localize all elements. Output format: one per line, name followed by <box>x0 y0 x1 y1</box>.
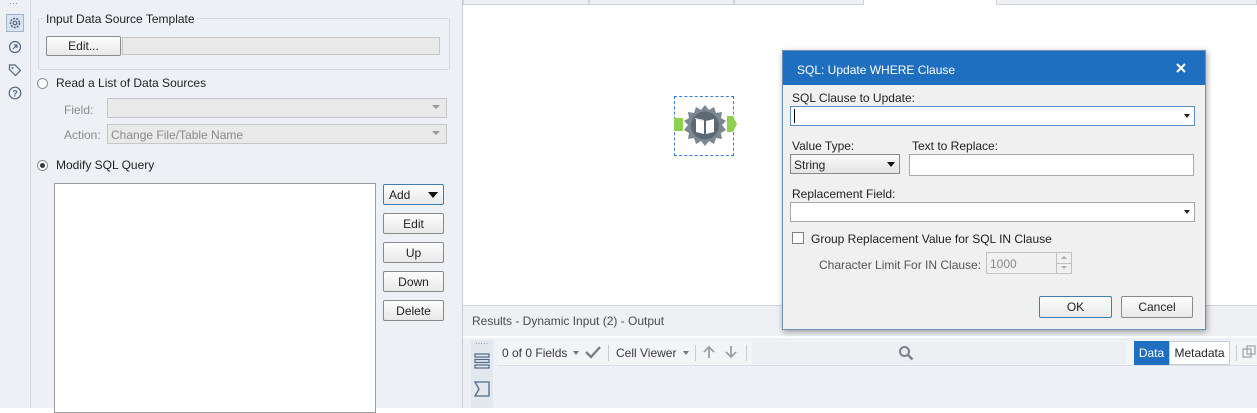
toolbar-divider <box>746 345 747 361</box>
text-to-replace-label: Text to Replace: <box>912 139 999 153</box>
up-button[interactable]: Up <box>383 242 444 263</box>
delete-button[interactable]: Delete <box>383 300 444 321</box>
action-dropdown: Change File/Table Name <box>107 124 447 144</box>
output-anchor-icon[interactable] <box>727 116 737 132</box>
field-label: Field: <box>64 103 94 117</box>
canvas-tab[interactable] <box>463 0 589 5</box>
metadata-tab[interactable]: Metadata <box>1169 341 1230 365</box>
group-in-clause-checkbox[interactable] <box>792 232 804 244</box>
arrow-down-icon[interactable] <box>723 344 739 360</box>
dialog-title: SQL: Update WHERE Clause <box>797 63 956 77</box>
chevron-down-icon[interactable] <box>573 351 579 355</box>
edit-template-button[interactable]: Edit... <box>46 36 121 56</box>
canvas-tab[interactable] <box>589 0 734 5</box>
message-view-icon[interactable] <box>473 380 491 398</box>
list-view-icon[interactable] <box>473 352 491 370</box>
toolbar-divider <box>1236 345 1237 361</box>
dynamic-input-icon <box>683 104 727 148</box>
action-dropdown-value: Change File/Table Name <box>111 128 244 142</box>
chevron-down-icon <box>432 131 440 135</box>
value-type-select[interactable]: String <box>790 154 900 174</box>
char-limit-label: Character Limit For IN Clause: <box>819 258 982 272</box>
cell-viewer-dropdown[interactable]: Cell Viewer <box>616 346 676 360</box>
chevron-down-icon <box>1184 210 1190 214</box>
sql-clause-label: SQL Clause to Update: <box>792 91 915 105</box>
text-cursor <box>794 109 795 123</box>
read-list-label: Read a List of Data Sources <box>56 76 207 90</box>
tag-icon[interactable] <box>6 61 24 79</box>
toolbar-divider <box>608 345 609 361</box>
drag-handle-icon[interactable]: ··· <box>9 0 21 8</box>
cancel-button[interactable]: Cancel <box>1121 296 1193 318</box>
chevron-down-icon[interactable] <box>683 351 689 355</box>
replacement-field-label: Replacement Field: <box>792 187 896 201</box>
action-label: Action: <box>64 128 101 142</box>
data-tab[interactable]: Data <box>1134 341 1169 365</box>
sql-clause-dropdown[interactable] <box>790 106 1195 126</box>
gear-icon[interactable] <box>6 14 24 32</box>
chevron-down-icon <box>432 105 440 109</box>
value-type-value: String <box>794 158 826 172</box>
svg-text:?: ? <box>12 89 18 99</box>
chevron-down-icon <box>1184 114 1190 118</box>
add-button-label: Add <box>389 187 411 202</box>
toolbar-divider <box>695 345 696 361</box>
help-icon[interactable]: ? <box>6 84 24 102</box>
sql-actions-list[interactable] <box>54 183 376 413</box>
group-in-clause-label: Group Replacement Value for SQL IN Claus… <box>811 232 1052 246</box>
checkmark-icon[interactable] <box>585 345 601 359</box>
annotation-icon[interactable] <box>6 38 24 56</box>
stepper-down-icon <box>1056 263 1071 273</box>
canvas-tab[interactable] <box>996 0 1257 5</box>
down-button[interactable]: Down <box>383 271 444 292</box>
template-group-title: Input Data Source Template <box>44 12 197 26</box>
read-list-radio[interactable] <box>37 78 48 89</box>
config-icon-rail: ··· ? <box>0 0 31 408</box>
input-anchor-icon[interactable] <box>674 118 683 131</box>
edit-button[interactable]: Edit <box>383 213 444 234</box>
canvas-tab[interactable] <box>734 0 864 5</box>
ok-button[interactable]: OK <box>1039 296 1112 318</box>
copy-icon[interactable] <box>1242 345 1257 360</box>
field-dropdown <box>107 98 447 118</box>
drag-handle-icon[interactable]: ····· <box>475 340 488 348</box>
dropdown-arrow-icon <box>428 192 438 198</box>
close-icon[interactable] <box>1175 62 1187 74</box>
results-search-box[interactable] <box>752 342 1126 364</box>
template-path-field <box>122 37 440 55</box>
canvas-tab-strip <box>463 0 1257 6</box>
char-limit-value: 1000 <box>990 257 1017 271</box>
arrow-up-icon[interactable] <box>701 344 717 360</box>
text-to-replace-input[interactable] <box>909 154 1194 176</box>
char-limit-stepper: 1000 <box>986 252 1072 274</box>
results-side-rail: ····· <box>471 340 493 408</box>
fields-count-dropdown[interactable]: 0 of 0 Fields <box>502 346 567 360</box>
replacement-field-dropdown[interactable] <box>790 202 1195 222</box>
update-where-clause-dialog: SQL: Update WHERE Clause SQL Clause to U… <box>782 50 1206 330</box>
chevron-down-icon <box>887 162 895 167</box>
modify-sql-label: Modify SQL Query <box>56 158 155 172</box>
search-icon <box>898 345 914 361</box>
results-title: Results - Dynamic Input (2) - Output <box>472 314 665 328</box>
value-type-label: Value Type: <box>792 139 855 153</box>
modify-sql-radio[interactable] <box>37 160 48 171</box>
dialog-titlebar[interactable]: SQL: Update WHERE Clause <box>783 51 1205 85</box>
add-button[interactable]: Add <box>383 184 444 205</box>
